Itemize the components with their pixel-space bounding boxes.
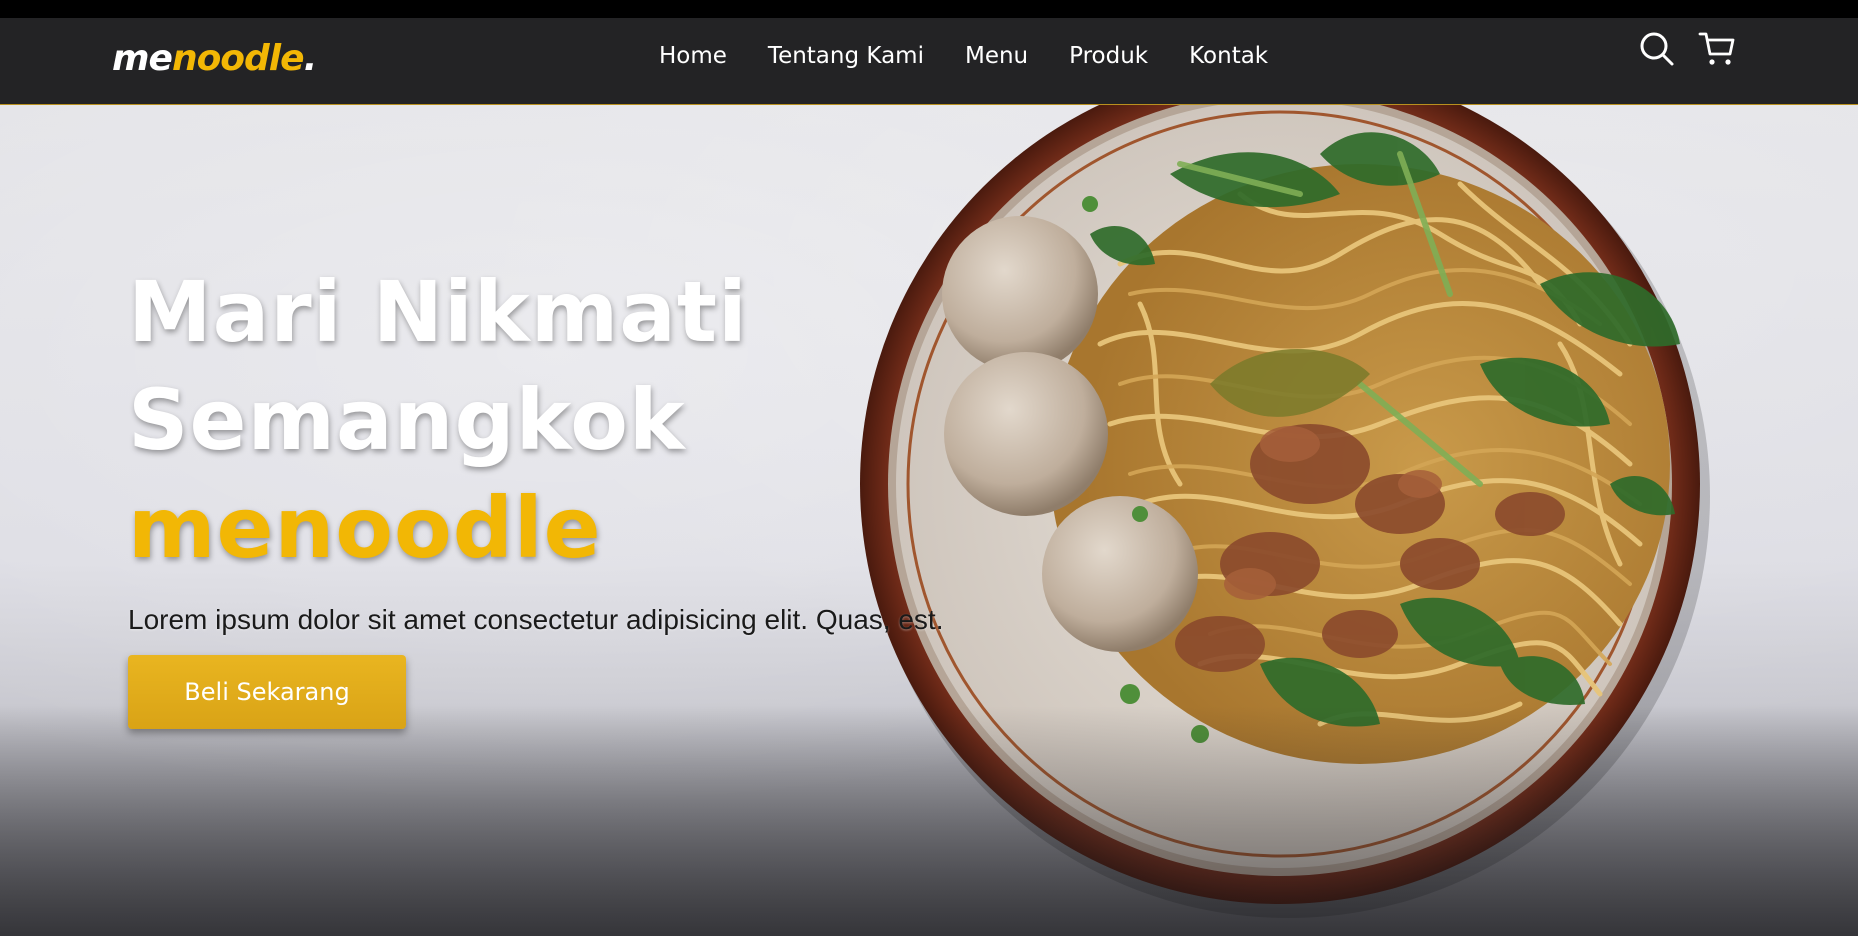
- buy-now-button[interactable]: Beli Sekarang: [128, 655, 406, 729]
- hero-title-brand: menoodle: [128, 479, 602, 577]
- logo-dot: .: [303, 38, 318, 79]
- top-strip: [0, 0, 1858, 18]
- logo-text-me: me: [112, 38, 173, 79]
- nav-link-home[interactable]: Home: [659, 36, 727, 76]
- nav-link-menu[interactable]: Menu: [965, 36, 1028, 76]
- brand-logo[interactable]: menoodle.: [112, 31, 318, 87]
- hero-description: Lorem ipsum dolor sit amet consectetur a…: [128, 604, 944, 635]
- hero-title-line2: Semangkok: [128, 371, 686, 469]
- search-icon[interactable]: [1638, 30, 1676, 68]
- nav-link-produk[interactable]: Produk: [1069, 36, 1148, 76]
- hero-title: Mari Nikmati Semangkok menoodle: [128, 258, 748, 582]
- hero-title-line1: Mari Nikmati: [128, 263, 748, 361]
- shopping-cart-icon[interactable]: [1698, 30, 1736, 68]
- hero-section: Mari Nikmati Semangkok menoodle Lorem ip…: [0, 104, 1858, 936]
- nav-links: Home Tentang Kami Menu Produk Kontak: [659, 36, 1309, 76]
- nav-link-kontak[interactable]: Kontak: [1189, 36, 1268, 76]
- nav-icons: [1638, 30, 1736, 68]
- navbar: menoodle. Home Tentang Kami Menu Produk …: [0, 18, 1858, 105]
- logo-text-noodle: noodle: [171, 38, 305, 79]
- hero-bottom-shade: [0, 706, 1858, 936]
- nav-link-tentang-kami[interactable]: Tentang Kami: [768, 36, 924, 76]
